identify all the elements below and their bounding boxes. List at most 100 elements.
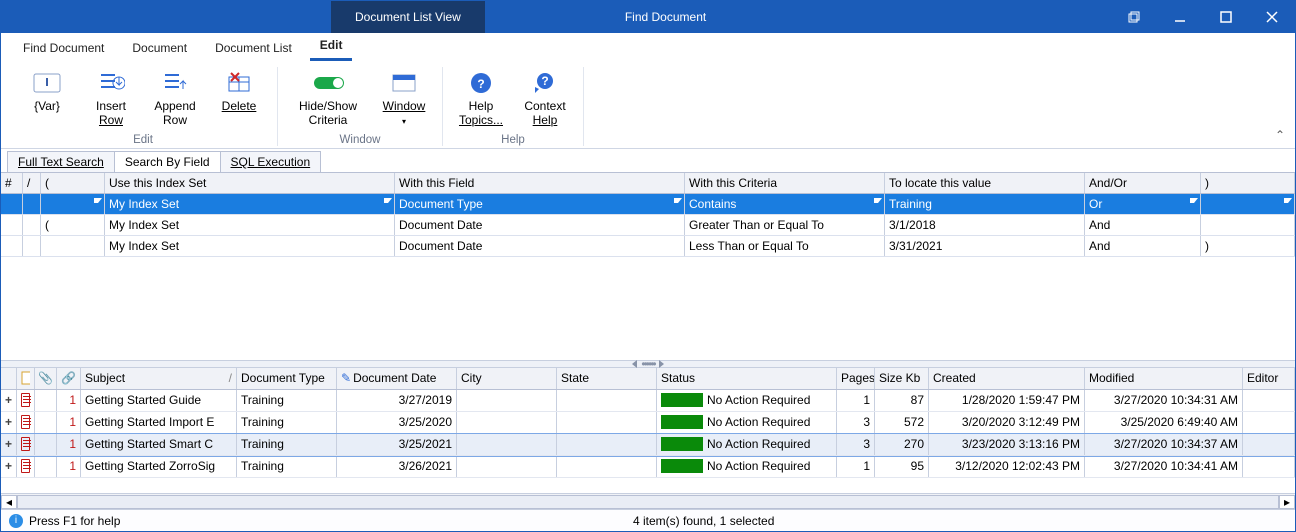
col-state[interactable]: State — [557, 368, 657, 389]
status-chip — [661, 415, 703, 429]
dropdown-icon[interactable] — [1284, 198, 1292, 203]
results-rows: +1Getting Started GuideTraining3/27/2019… — [1, 390, 1295, 493]
help-icon: ? — [465, 69, 497, 97]
criteria-rows: My Index SetDocument TypeContainsTrainin… — [1, 194, 1295, 257]
col-paren-left[interactable]: ( — [41, 173, 105, 193]
help-topics-button[interactable]: ? HelpTopics... — [453, 67, 509, 130]
col-expand — [1, 368, 17, 389]
svg-text:?: ? — [477, 77, 484, 91]
criteria-header: # / ( Use this Index Set With this Field… — [1, 173, 1295, 194]
splitter[interactable]: •••••• — [1, 360, 1295, 368]
table-row[interactable]: +1Getting Started Import ETraining3/25/2… — [1, 412, 1295, 434]
link-icon: 🔗 — [61, 371, 76, 385]
col-pages[interactable]: Pages — [837, 368, 875, 389]
table-row[interactable]: +1Getting Started ZorroSigTraining3/26/2… — [1, 456, 1295, 478]
pencil-icon: ✎ — [341, 371, 351, 385]
window-icon — [388, 69, 420, 97]
hide-show-criteria-button[interactable]: Hide/ShowCriteria — [288, 67, 368, 130]
expand-icon[interactable]: + — [5, 437, 12, 451]
pdf-icon — [21, 437, 30, 451]
tab-sql-execution[interactable]: SQL Execution — [220, 151, 322, 172]
var-icon — [31, 69, 63, 97]
results-header: 📎 🔗 Subject/ Document Type ✎Document Dat… — [1, 368, 1295, 390]
criteria-row[interactable]: My Index SetDocument DateLess Than or Eq… — [1, 236, 1295, 257]
col-field[interactable]: With this Field — [395, 173, 685, 193]
insert-row-icon — [95, 69, 127, 97]
col-index-set[interactable]: Use this Index Set — [105, 173, 395, 193]
scroll-track[interactable] — [17, 495, 1279, 509]
dropdown-icon[interactable] — [94, 198, 102, 203]
col-link-icon: 🔗 — [57, 368, 81, 389]
var-button[interactable]: {Var} — [19, 67, 75, 130]
maximize-button[interactable] — [1203, 1, 1249, 33]
status-summary: 4 item(s) found, 1 selected — [120, 514, 1287, 528]
tab-find-document[interactable]: Find Document — [13, 35, 114, 61]
context-help-icon: ? — [529, 69, 561, 97]
delete-icon — [223, 69, 255, 97]
context-help-button[interactable]: ? ContextHelp — [517, 67, 573, 130]
scroll-right-icon[interactable]: ▸ — [1279, 495, 1295, 509]
tab-document[interactable]: Document — [122, 35, 197, 61]
statusbar: i Press F1 for help 4 item(s) found, 1 s… — [1, 509, 1295, 531]
table-row[interactable]: +1Getting Started GuideTraining3/27/2019… — [1, 390, 1295, 412]
toggle-icon — [312, 69, 344, 97]
search-mode-tabs: Full Text Search Search By Field SQL Exe… — [1, 149, 1295, 173]
col-attach-icon: 📎 — [35, 368, 57, 389]
tab-edit[interactable]: Edit — [310, 32, 353, 61]
expand-icon[interactable]: + — [5, 415, 12, 429]
col-doctype[interactable]: Document Type — [237, 368, 337, 389]
tab-search-by-field[interactable]: Search By Field — [114, 151, 221, 172]
info-icon: i — [9, 514, 23, 528]
ribbon: {Var} InsertRow AppendRow Delete Edit Hi… — [1, 61, 1295, 149]
title-tab-document-list-view[interactable]: Document List View — [331, 1, 485, 33]
svg-text:?: ? — [541, 74, 548, 88]
table-row[interactable]: +1Getting Started Smart CTraining3/25/20… — [1, 434, 1295, 456]
col-size[interactable]: Size Kb — [875, 368, 929, 389]
close-button[interactable] — [1249, 1, 1295, 33]
ribbon-group-edit: Edit — [133, 134, 153, 146]
insert-row-button[interactable]: InsertRow — [83, 67, 139, 130]
titlebar: Document List View Find Document — [1, 1, 1295, 33]
status-chip — [661, 393, 703, 407]
ribbon-group-help: Help — [501, 134, 525, 146]
col-status[interactable]: Status — [657, 368, 837, 389]
status-chip — [661, 437, 703, 451]
status-help: Press F1 for help — [29, 514, 120, 528]
append-row-button[interactable]: AppendRow — [147, 67, 203, 130]
col-editor[interactable]: Editor — [1243, 368, 1295, 389]
window-button[interactable]: Window▾ — [376, 67, 432, 130]
collapse-ribbon-icon[interactable]: ⌃ — [1275, 128, 1285, 142]
expand-icon[interactable]: + — [5, 459, 12, 473]
col-subject[interactable]: Subject/ — [81, 368, 237, 389]
horizontal-scrollbar[interactable]: ◂ ▸ — [1, 493, 1295, 509]
col-value[interactable]: To locate this value — [885, 173, 1085, 193]
paperclip-icon: 📎 — [38, 371, 53, 385]
dropdown-icon[interactable] — [674, 198, 682, 203]
status-chip — [661, 459, 703, 473]
col-city[interactable]: City — [457, 368, 557, 389]
col-docdate[interactable]: ✎Document Date — [337, 368, 457, 389]
col-paren-right[interactable]: ) — [1201, 173, 1295, 193]
minimize-button[interactable] — [1157, 1, 1203, 33]
criteria-row[interactable]: (My Index SetDocument DateGreater Than o… — [1, 215, 1295, 236]
pdf-icon — [21, 393, 30, 407]
dropdown-icon[interactable] — [1190, 198, 1198, 203]
delete-button[interactable]: Delete — [211, 67, 267, 130]
tab-full-text-search[interactable]: Full Text Search — [7, 151, 115, 172]
col-criteria[interactable]: With this Criteria — [685, 173, 885, 193]
col-modified[interactable]: Modified — [1085, 368, 1243, 389]
tab-document-list[interactable]: Document List — [205, 35, 302, 61]
criteria-row[interactable]: My Index SetDocument TypeContainsTrainin… — [1, 194, 1295, 215]
dropdown-icon[interactable] — [384, 198, 392, 203]
dropdown-icon[interactable] — [874, 198, 882, 203]
col-doc-icon — [17, 368, 35, 389]
restore-window-extra-icon[interactable] — [1111, 1, 1157, 33]
col-created[interactable]: Created — [929, 368, 1085, 389]
col-hash[interactable]: # — [1, 173, 23, 193]
window-title: Find Document — [485, 1, 1111, 33]
expand-icon[interactable]: + — [5, 393, 12, 407]
scroll-left-icon[interactable]: ◂ — [1, 495, 17, 509]
col-andor[interactable]: And/Or — [1085, 173, 1201, 193]
col-slash[interactable]: / — [23, 173, 41, 193]
page-icon — [21, 371, 30, 385]
